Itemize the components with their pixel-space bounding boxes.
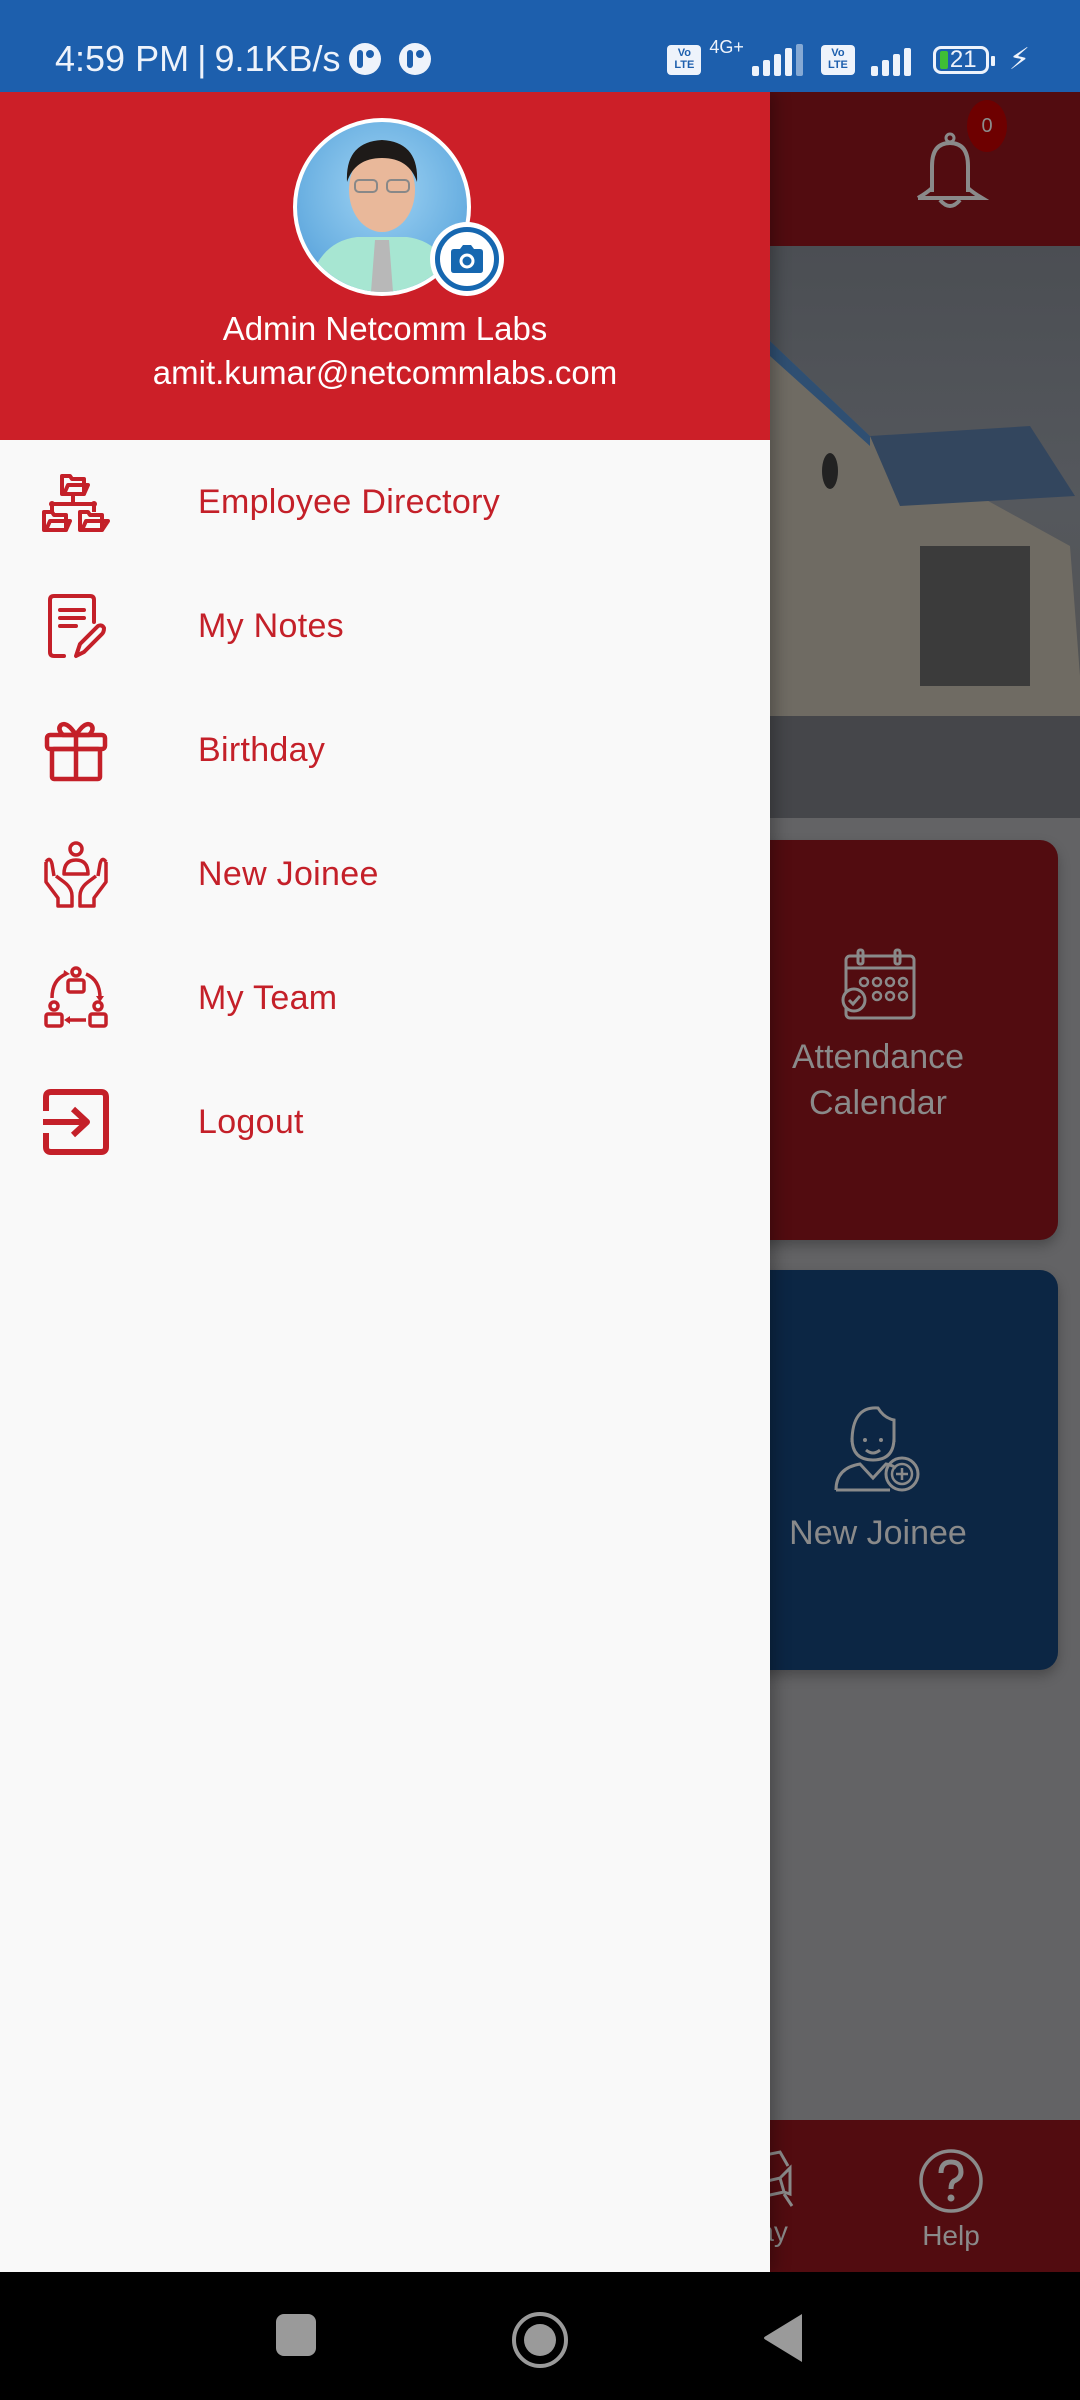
user-name: Admin Netcomm Labs: [222, 310, 548, 347]
menu-item-employee-directory[interactable]: Employee Directory: [0, 440, 770, 564]
logout-icon: [40, 1086, 112, 1158]
signal-icon: [751, 43, 803, 76]
network-type: 4G+: [709, 37, 744, 57]
status-bar: 4:59 PM | 9.1KB/s Vo LTE 4G+ Vo LTE 21 ⚡︎: [0, 0, 1080, 92]
net-speed: 9.1KB/s: [214, 38, 341, 79]
recents-button[interactable]: [274, 2310, 318, 2360]
drawer-menu: Employee Directory My Notes Birthday New…: [0, 440, 770, 1184]
status-left: 4:59 PM | 9.1KB/s: [55, 38, 431, 80]
menu-item-label: New Joinee: [198, 854, 379, 893]
bottom-nav-label: Help: [922, 2220, 980, 2251]
menu-item-label: Birthday: [198, 730, 326, 769]
help-icon: [919, 2149, 983, 2213]
tile-label: New Joinee: [789, 1514, 967, 1552]
menu-item-label: My Notes: [198, 606, 344, 645]
clock: 4:59 PM: [55, 38, 190, 79]
menu-item-label: Logout: [198, 1102, 304, 1141]
app-notification-icon: [398, 43, 431, 75]
system-navigation-bar: [0, 2272, 1080, 2400]
drawer-header: Admin Netcomm Labs amit.kumar@netcommlab…: [0, 92, 770, 440]
camera-icon: [451, 245, 483, 273]
bottom-nav-help[interactable]: Help: [910, 2148, 992, 2252]
status-separator: |: [197, 38, 207, 79]
charging-icon: ⚡︎: [1008, 43, 1030, 76]
status-right: Vo LTE 4G+ Vo LTE 21 ⚡︎: [667, 37, 1030, 77]
menu-item-label: Employee Directory: [198, 482, 501, 521]
navigation-drawer: Admin Netcomm Labs amit.kumar@netcommlab…: [0, 92, 770, 2272]
menu-item-logout[interactable]: Logout: [0, 1060, 770, 1184]
notification-badge: 0: [967, 100, 1007, 152]
hands-person-icon: [40, 838, 112, 910]
menu-item-new-joinee[interactable]: New Joinee: [0, 812, 770, 936]
back-button[interactable]: [760, 2310, 806, 2366]
tile-label: Attendance: [791, 1038, 965, 1076]
org-chart-folders-icon: [40, 466, 112, 538]
home-button[interactable]: [510, 2310, 570, 2370]
calendar-check-icon: [841, 948, 916, 1020]
volte-icon: Vo LTE: [820, 44, 855, 75]
battery-level: 21: [949, 45, 977, 73]
gift-icon: [40, 714, 112, 786]
user-email: amit.kumar@netcommlabs.com: [152, 354, 618, 391]
app-notification-icon: [348, 43, 381, 75]
menu-item-my-notes[interactable]: My Notes: [0, 564, 770, 688]
change-photo-button[interactable]: [430, 222, 504, 296]
battery-icon: 21: [932, 45, 995, 74]
menu-item-my-team[interactable]: My Team: [0, 936, 770, 1060]
team-cycle-icon: [40, 962, 112, 1034]
volte-icon: Vo LTE: [667, 44, 702, 75]
new-employee-icon: [834, 1406, 920, 1492]
menu-item-label: My Team: [198, 978, 338, 1017]
menu-item-birthday[interactable]: Birthday: [0, 688, 770, 812]
note-edit-icon: [40, 590, 112, 662]
tile-label: Calendar: [809, 1084, 947, 1122]
signal-icon: [870, 44, 911, 76]
